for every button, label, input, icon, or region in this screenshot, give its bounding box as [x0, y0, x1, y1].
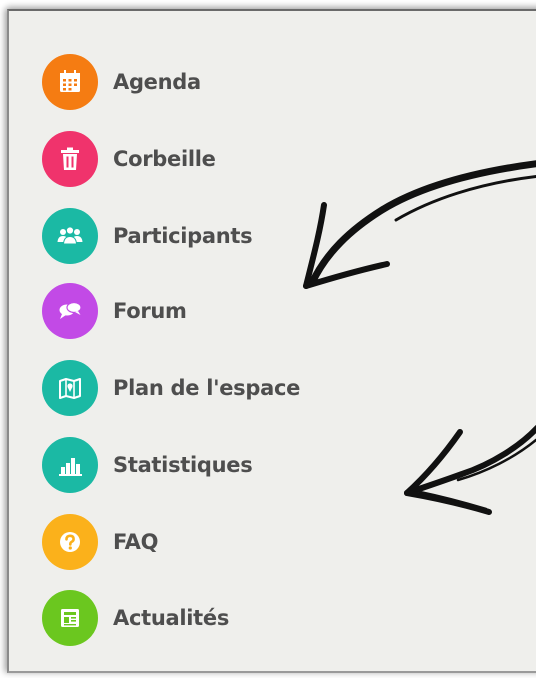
screenshot-frame: Agenda Corbeille Participants Forum Plan…	[0, 0, 536, 678]
menu-item-statistiques[interactable]: Statistiques	[42, 436, 362, 494]
menu-item-label: Agenda	[113, 70, 201, 94]
menu-item-icon-circle	[42, 283, 98, 339]
news-icon	[61, 609, 79, 627]
menu-item-label: Corbeille	[113, 147, 216, 171]
question-icon	[60, 532, 80, 552]
calendar-icon	[60, 70, 80, 92]
menu-item-label: Forum	[113, 299, 187, 323]
menu-item-actualites[interactable]: Actualités	[42, 589, 362, 647]
people-icon	[57, 226, 83, 245]
menu-item-label: FAQ	[113, 530, 159, 554]
menu-item-icon-circle	[42, 131, 98, 187]
bar-chart-icon	[59, 458, 82, 476]
map-icon	[59, 378, 81, 399]
menu-item-plan-de-l-espace[interactable]: Plan de l'espace	[42, 359, 362, 417]
menu-item-agenda[interactable]: Agenda	[42, 53, 362, 111]
menu-item-icon-circle	[42, 360, 98, 416]
menu-item-icon-circle	[42, 590, 98, 646]
sidebar-panel: Agenda Corbeille Participants Forum Plan…	[7, 9, 536, 673]
trash-icon	[61, 147, 79, 170]
menu-item-icon-circle	[42, 208, 98, 264]
chat-bubbles-icon	[59, 301, 82, 319]
menu-item-corbeille[interactable]: Corbeille	[42, 130, 362, 188]
menu-item-label: Statistiques	[113, 453, 253, 477]
menu-item-faq[interactable]: FAQ	[42, 513, 362, 571]
menu-item-participants[interactable]: Participants	[42, 207, 362, 265]
menu-item-label: Participants	[113, 224, 253, 248]
menu-item-label: Actualités	[113, 606, 230, 630]
menu-item-forum[interactable]: Forum	[42, 282, 362, 340]
menu-item-icon-circle	[42, 514, 98, 570]
menu-item-icon-circle	[42, 54, 98, 110]
menu-item-icon-circle	[42, 437, 98, 493]
menu-item-label: Plan de l'espace	[113, 376, 301, 400]
